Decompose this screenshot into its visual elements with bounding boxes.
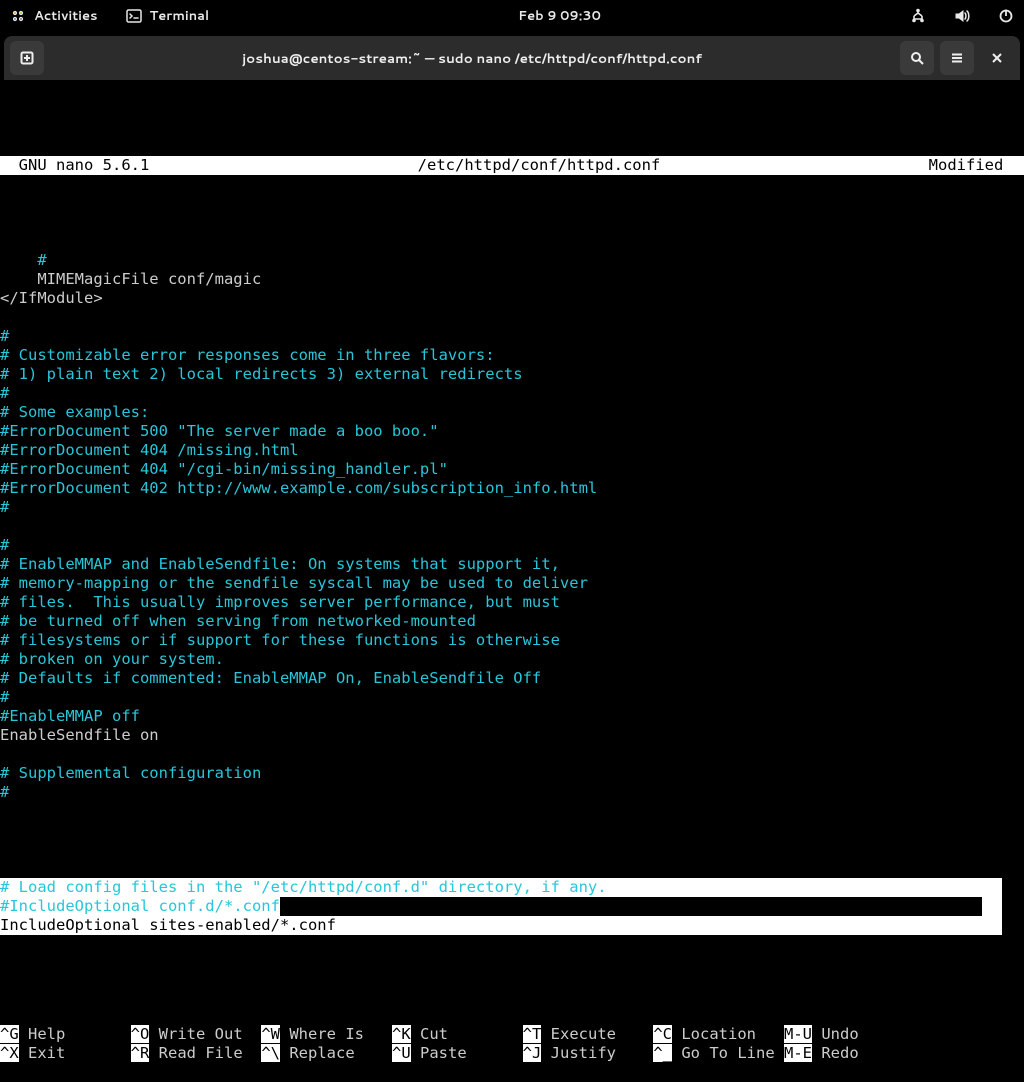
- file-line: #ErrorDocument 402 http://www.example.co…: [0, 479, 1024, 498]
- menu-button[interactable]: [940, 41, 974, 75]
- nano-shortcut-help: ^G Help ^O Write Out ^W Where Is ^K Cut …: [0, 1025, 1024, 1063]
- file-line: # Defaults if commented: EnableMMAP On, …: [0, 669, 1024, 688]
- marked-region: # Load config files in the "/etc/httpd/c…: [0, 878, 1002, 935]
- file-line: #: [0, 498, 1024, 517]
- nano-version: GNU nano 5.6.1: [0, 156, 149, 175]
- file-line: #ErrorDocument 404 /missing.html: [0, 441, 1024, 460]
- file-line: #EnableMMAP off: [0, 707, 1024, 726]
- activities-label: Activities: [34, 7, 98, 25]
- file-line: #: [0, 536, 1024, 555]
- file-line: #: [0, 327, 1024, 346]
- search-button[interactable]: [900, 41, 934, 75]
- file-line: #ErrorDocument 500 "The server made a bo…: [0, 422, 1024, 441]
- new-tab-button[interactable]: [10, 41, 44, 75]
- activities-icon: [10, 8, 26, 24]
- clock[interactable]: Feb 9 09:30: [518, 7, 601, 25]
- file-content: # MIMEMagicFile conf/magic</IfModule> ##…: [0, 251, 1024, 802]
- gnome-top-bar: Activities Terminal Feb 9 09:30: [0, 0, 1024, 32]
- file-line: #: [0, 783, 1024, 802]
- file-line: # 1) plain text 2) local redirects 3) ex…: [0, 365, 1024, 384]
- file-line: # Customizable error responses come in t…: [0, 346, 1024, 365]
- window-title: joshua@centos-stream:~ — sudo nano /etc/…: [50, 49, 894, 68]
- file-line: MIMEMagicFile conf/magic: [0, 270, 1024, 289]
- file-line: # filesystems or if support for these fu…: [0, 631, 1024, 650]
- close-button[interactable]: [980, 41, 1014, 75]
- power-icon[interactable]: [998, 8, 1014, 24]
- volume-icon[interactable]: [954, 8, 970, 24]
- file-line: [0, 517, 1024, 536]
- nano-modified: Modified: [929, 156, 1024, 175]
- terminal-icon: [126, 8, 142, 24]
- nano-header: GNU nano 5.6.1 /etc/httpd/conf/httpd.con…: [0, 156, 1024, 175]
- file-line: # be turned off when serving from networ…: [0, 612, 1024, 631]
- network-icon[interactable]: [910, 8, 926, 24]
- terminal-viewport[interactable]: GNU nano 5.6.1 /etc/httpd/conf/httpd.con…: [0, 80, 1024, 1082]
- nano-filename: /etc/httpd/conf/httpd.conf: [149, 156, 928, 175]
- running-app-terminal[interactable]: Terminal: [126, 7, 210, 25]
- file-line: #: [0, 384, 1024, 403]
- file-line: EnableSendfile on: [0, 726, 1024, 745]
- file-line: # EnableMMAP and EnableSendfile: On syst…: [0, 555, 1024, 574]
- file-line: # memory-mapping or the sendfile syscall…: [0, 574, 1024, 593]
- file-line: # Supplemental configuration: [0, 764, 1024, 783]
- file-line: #: [0, 251, 1024, 270]
- file-line: # files. This usually improves server pe…: [0, 593, 1024, 612]
- file-line: #ErrorDocument 404 "/cgi-bin/missing_han…: [0, 460, 1024, 479]
- window-title-bar: joshua@centos-stream:~ — sudo nano /etc/…: [4, 36, 1020, 80]
- file-line: # Some examples:: [0, 403, 1024, 422]
- file-line: #: [0, 688, 1024, 707]
- running-app-label: Terminal: [150, 7, 210, 25]
- file-line: [0, 745, 1024, 764]
- file-line: </IfModule>: [0, 289, 1024, 308]
- file-line: # broken on your system.: [0, 650, 1024, 669]
- activities-button[interactable]: Activities: [10, 7, 98, 25]
- file-line: [0, 308, 1024, 327]
